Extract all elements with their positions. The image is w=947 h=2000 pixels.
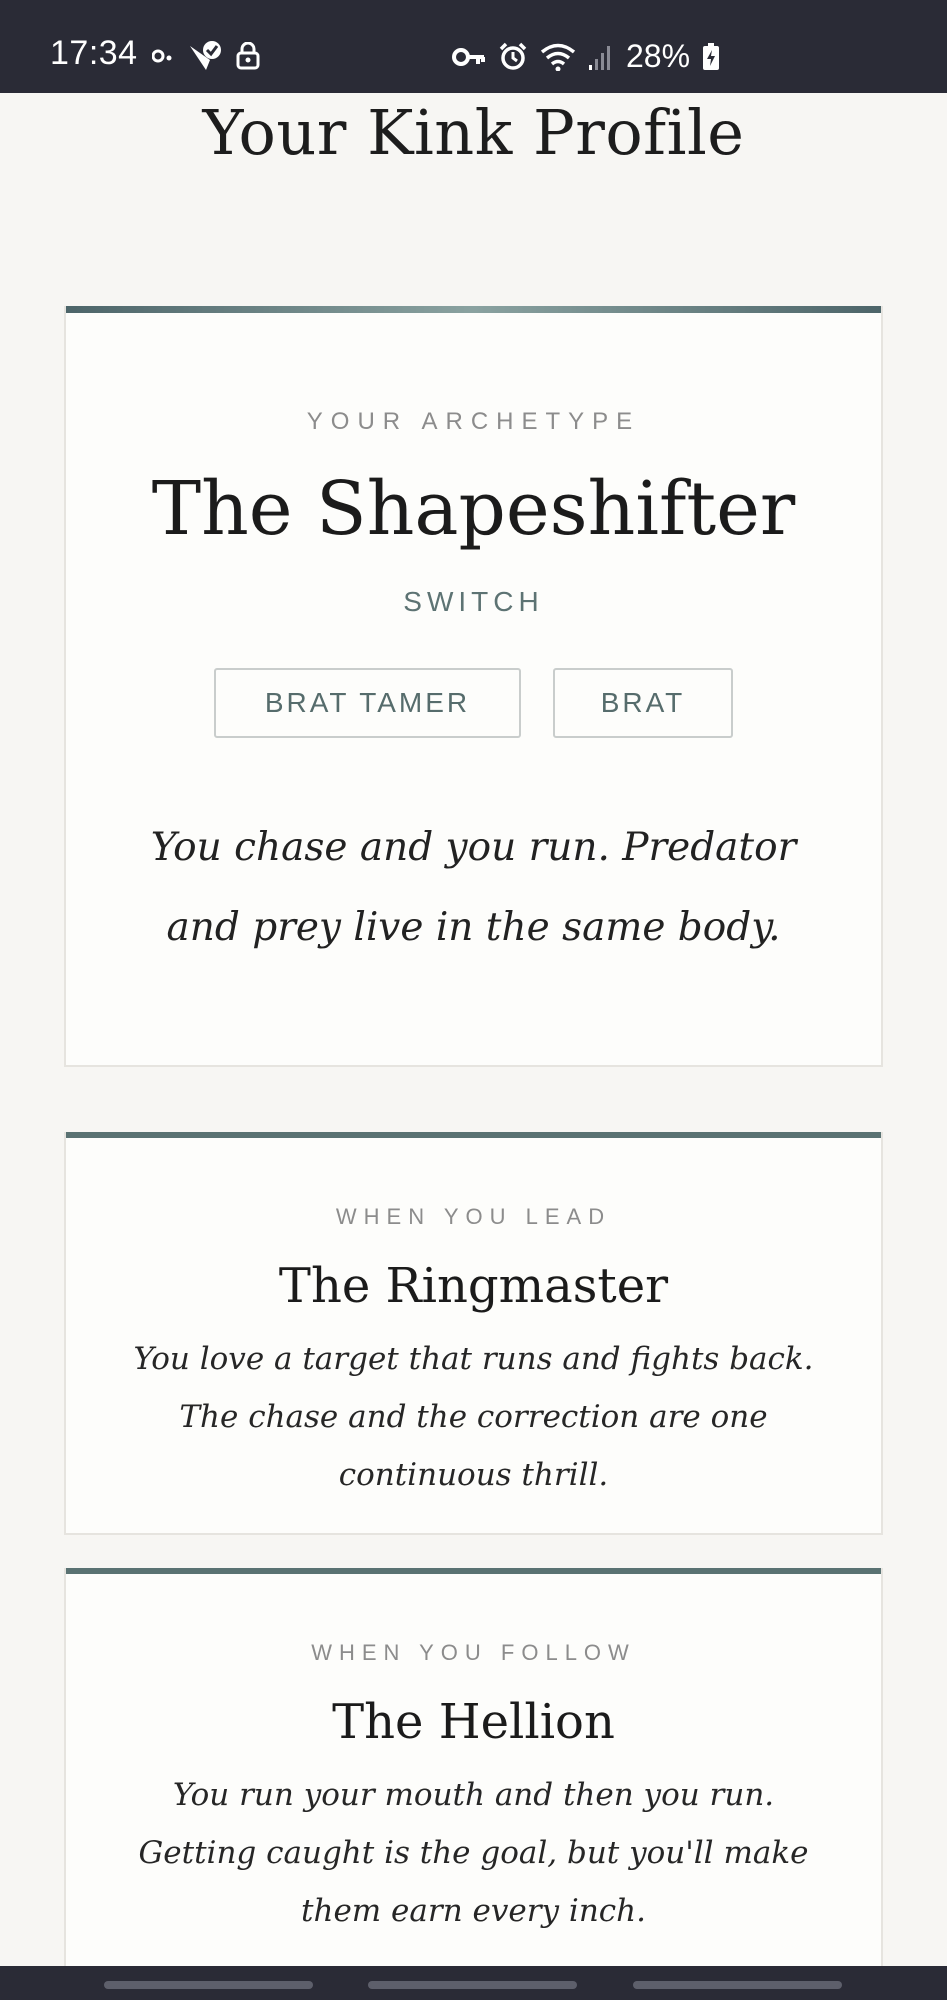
key-icon xyxy=(452,47,486,67)
nav-handle[interactable] xyxy=(633,1981,842,1989)
tag-brat-tamer: BRAT TAMER xyxy=(214,668,521,738)
lead-name: The Ringmaster xyxy=(278,1258,669,1314)
alarm-icon xyxy=(498,42,528,72)
status-right-icons: 28% xyxy=(452,38,720,75)
tag-brat: BRAT xyxy=(553,668,733,738)
follow-description: You run your mouth and then you run. Get… xyxy=(138,1777,809,1929)
follow-label: WHEN YOU FOLLOW xyxy=(311,1640,636,1665)
archetype-card: YOUR ARCHETYPE The Shapeshifter SWITCH B… xyxy=(64,306,883,1067)
status-time: 17:34 xyxy=(50,34,138,72)
archetype-quote: You chase and you run. Predator and prey… xyxy=(150,825,797,950)
notification-icon xyxy=(152,49,174,63)
navigation-bar[interactable] xyxy=(0,1966,947,2000)
lead-label: WHEN YOU LEAD xyxy=(335,1204,612,1229)
follow-card: WHEN YOU FOLLOW The Hellion You run your… xyxy=(64,1568,883,2000)
nav-handle[interactable] xyxy=(104,1981,313,1989)
vpn-check-icon xyxy=(188,40,222,72)
page-title: Your Kink Profile xyxy=(202,96,745,169)
card-accent-bar xyxy=(66,306,881,313)
lead-card: WHEN YOU LEAD The Ringmaster You love a … xyxy=(64,1132,883,1535)
archetype-role: SWITCH xyxy=(403,586,544,617)
archetype-tags: BRAT TAMER BRAT xyxy=(66,668,881,738)
wifi-icon xyxy=(540,43,576,71)
card-accent-bar xyxy=(66,1132,881,1138)
archetype-name: The Shapeshifter xyxy=(151,466,796,552)
status-left-icons xyxy=(152,40,260,72)
battery-percent: 28% xyxy=(626,38,691,74)
lead-description: You love a target that runs and fights b… xyxy=(133,1341,814,1493)
lock-icon xyxy=(236,42,260,70)
signal-icon xyxy=(588,43,614,71)
archetype-label: YOUR ARCHETYPE xyxy=(306,408,641,435)
follow-name: The Hellion xyxy=(332,1694,615,1750)
battery-charging-icon xyxy=(702,42,720,71)
card-accent-bar xyxy=(66,1568,881,1574)
status-bar: 17:34 28% xyxy=(0,0,947,93)
nav-handle[interactable] xyxy=(368,1981,577,1989)
